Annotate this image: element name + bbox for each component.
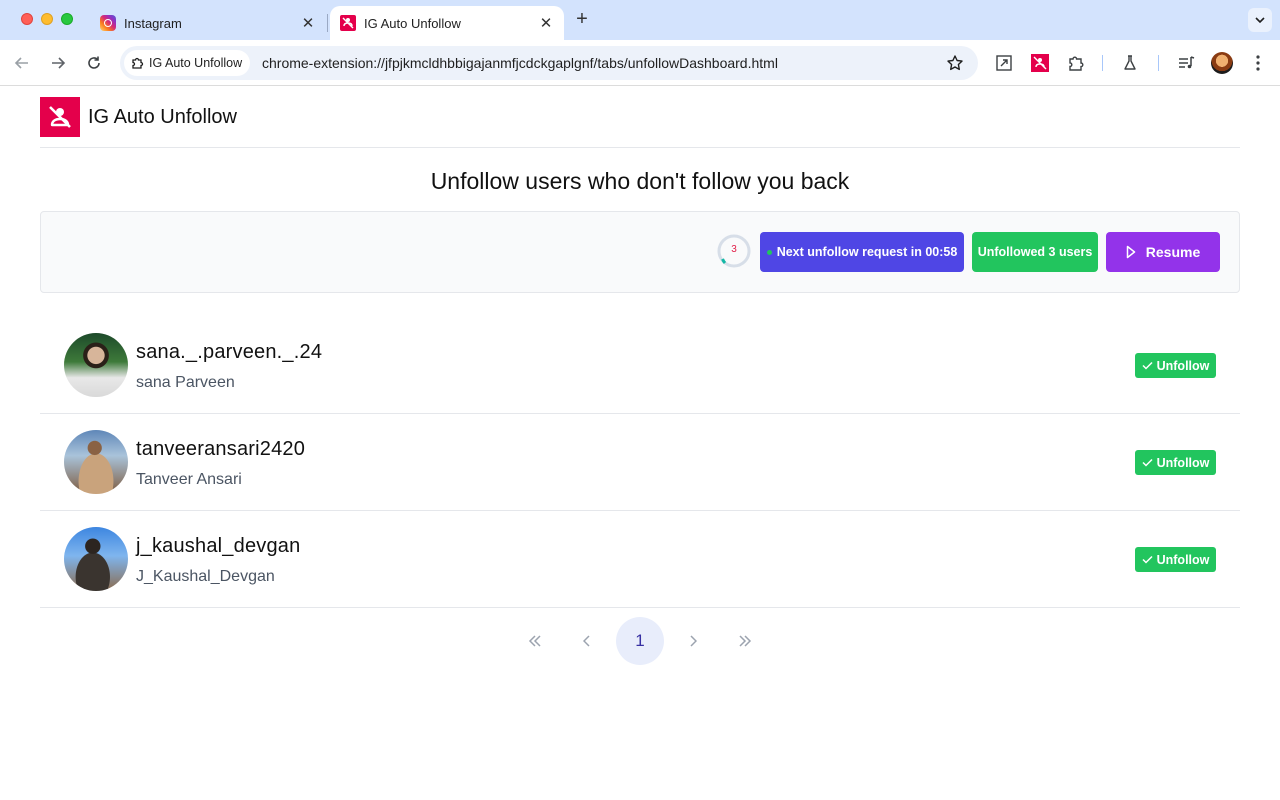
app-logo <box>40 97 80 137</box>
forward-button[interactable] <box>47 52 69 74</box>
list-item: sana._.parveen._.24 sana Parveen Unfollo… <box>40 317 1240 414</box>
tab-ig-auto-unfollow[interactable]: IG Auto Unfollow ✕ <box>330 6 564 40</box>
user-list: sana._.parveen._.24 sana Parveen Unfollo… <box>40 317 1240 608</box>
user-full-name: sana Parveen <box>136 374 235 391</box>
expand-icon[interactable] <box>993 52 1015 74</box>
reload-button[interactable] <box>83 52 105 74</box>
user-full-name: Tanveer Ansari <box>136 471 242 488</box>
url-text[interactable]: chrome-extension://jfpjkmcldhbbigajanmfj… <box>262 55 778 71</box>
progress-ring: 3 <box>716 233 752 269</box>
labs-flask-icon[interactable] <box>1119 52 1141 74</box>
chevron-right-icon <box>690 635 697 647</box>
unfollow-label: Unfollow <box>1156 358 1210 373</box>
user-handle[interactable]: sana._.parveen._.24 <box>136 341 322 364</box>
unfollow-dashboard: IG Auto Unfollow Unfollow users who don'… <box>40 87 1240 665</box>
app-header: IG Auto Unfollow <box>40 87 1240 148</box>
user-handle[interactable]: j_kaushal_devgan <box>136 535 300 558</box>
resume-button[interactable]: Resume <box>1106 232 1220 272</box>
status-dot <box>766 249 772 255</box>
app-title: IG Auto Unfollow <box>88 105 237 128</box>
user-full-name: J_Kaushal_Devgan <box>136 568 275 585</box>
arrow-left-icon <box>14 57 28 69</box>
tab-title: Instagram <box>124 15 182 31</box>
unfollow-label: Unfollow <box>1156 552 1210 567</box>
check-icon <box>1142 458 1153 467</box>
site-info-chip[interactable]: IG Auto Unfollow <box>124 50 251 76</box>
profile-avatar[interactable] <box>1211 52 1233 74</box>
window-zoom-button[interactable] <box>61 13 73 25</box>
arrow-right-icon <box>52 57 66 69</box>
chevrons-right-icon <box>739 635 752 647</box>
current-page-button[interactable]: 1 <box>616 617 664 665</box>
avatar[interactable] <box>64 527 128 591</box>
next-unfollow-timer: Next unfollow request in 00:58 <box>760 232 964 272</box>
check-icon <box>1142 555 1153 564</box>
list-item: j_kaushal_devgan J_Kaushal_Devgan Unfoll… <box>40 511 1240 608</box>
browser-tab-bar: Instagram ✕ IG Auto Unfollow ✕ + <box>0 0 1280 40</box>
reload-icon <box>88 56 100 69</box>
timer-label: Next unfollow request in 00:58 <box>776 245 958 259</box>
tab-instagram[interactable]: Instagram ✕ <box>90 6 326 40</box>
user-slash-icon <box>49 106 71 128</box>
unfollowed-count-badge: Unfollowed 3 users <box>972 232 1098 272</box>
unfollowed-label: Unfollowed 3 users <box>977 245 1093 259</box>
last-page-button[interactable] <box>721 617 769 665</box>
toolbar-divider <box>1158 55 1159 71</box>
first-page-button[interactable] <box>511 617 559 665</box>
ig-auto-unfollow-extension-icon[interactable] <box>1029 52 1051 74</box>
next-page-button[interactable] <box>669 617 717 665</box>
unfollow-label: Unfollow <box>1156 455 1210 470</box>
new-tab-button[interactable]: + <box>571 9 593 31</box>
avatar[interactable] <box>64 333 128 397</box>
chevrons-left-icon <box>528 635 541 647</box>
browser-toolbar: IG Auto Unfollow chrome-extension://jfpj… <box>0 40 1280 86</box>
extensions-puzzle-icon[interactable] <box>1065 52 1087 74</box>
check-icon <box>1142 361 1153 370</box>
play-icon <box>1126 245 1136 259</box>
pagination: 1 <box>40 617 1240 665</box>
instagram-icon <box>100 15 116 31</box>
resume-label: Resume <box>1145 244 1201 260</box>
tab-search-button[interactable] <box>1248 8 1272 32</box>
unfollow-status-badge[interactable]: Unfollow <box>1135 450 1216 475</box>
tab-divider <box>327 14 328 32</box>
window-minimize-button[interactable] <box>41 13 53 25</box>
window-close-button[interactable] <box>21 13 33 25</box>
page-title: Unfollow users who don't follow you back <box>430 168 850 194</box>
back-button[interactable] <box>11 52 33 74</box>
previous-page-button[interactable] <box>563 617 611 665</box>
more-menu-icon[interactable] <box>1247 52 1269 74</box>
media-queue-icon[interactable] <box>1175 52 1197 74</box>
chevron-left-icon <box>583 635 590 647</box>
extension-icon <box>340 15 356 31</box>
bookmark-star-icon[interactable] <box>946 54 964 77</box>
address-bar[interactable]: IG Auto Unfollow chrome-extension://jfpj… <box>120 46 978 80</box>
list-item: tanveeransari2420 Tanveer Ansari Unfollo… <box>40 414 1240 511</box>
avatar[interactable] <box>64 430 128 494</box>
user-handle[interactable]: tanveeransari2420 <box>136 438 305 461</box>
tab-title: IG Auto Unfollow <box>364 15 461 31</box>
toolbar-divider <box>1102 55 1103 71</box>
close-icon[interactable]: ✕ <box>536 13 556 33</box>
site-chip-label: IG Auto Unfollow <box>149 56 243 70</box>
puzzle-icon <box>132 57 144 69</box>
close-icon[interactable]: ✕ <box>298 13 318 33</box>
progress-count: 3 <box>731 244 737 255</box>
chevron-down-icon <box>1255 17 1265 24</box>
unfollow-status-badge[interactable]: Unfollow <box>1135 547 1216 572</box>
control-panel: 3 Next unfollow request in 00:58 Unfollo… <box>40 211 1240 293</box>
unfollow-status-badge[interactable]: Unfollow <box>1135 353 1216 378</box>
